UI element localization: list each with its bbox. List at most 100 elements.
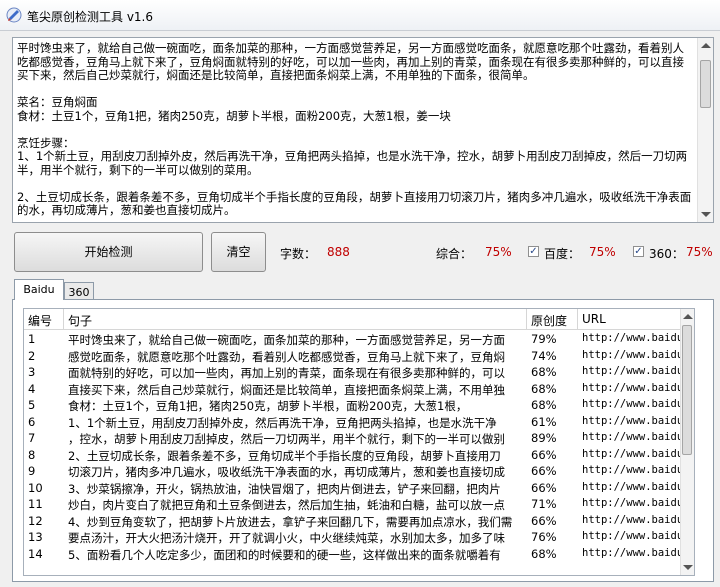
- scroll-down-icon[interactable]: [701, 212, 711, 217]
- cell-sentence: 4、炒到豆角变软了，把胡萝卜片放进去，拿铲子来回翻几下，需要再加点凉水，我们需: [68, 514, 513, 529]
- title-bar: 笔尖原创检测工具 v1.6: [0, 0, 720, 31]
- cell-originality: 66%: [531, 513, 557, 528]
- cell-originality: 66%: [531, 447, 557, 462]
- table-row[interactable]: 7 ，控水，胡萝卜用刮皮刀刮掉皮，然后一刀切两半，用半个就行，剩下的一半可以做别 8…: [24, 430, 694, 447]
- cell-url: http://www.baidu.: [582, 546, 680, 559]
- cell-sentence: 食材：土豆1个，豆角1把，猪肉250克，胡萝卜半根，面粉200克，大葱1根，: [68, 399, 468, 413]
- cell-url: http://www.baidu.: [582, 414, 680, 427]
- start-detect-button[interactable]: 开始检测: [14, 232, 203, 272]
- column-header-no[interactable]: 编号: [24, 309, 64, 330]
- cell-sentence: 要点汤汁，开大火把汤汁烧开，开了就调小火，中火继续炖菜，水别加太多，加多了味: [68, 531, 505, 545]
- cell-sentence: 感觉吃面条，就愿意吃那个吐露劲，看着别人吃都感觉香，豆角马上就下来了，豆角焖: [68, 349, 505, 364]
- column-header-originality[interactable]: 原创度: [527, 309, 578, 330]
- table-row[interactable]: 1 平时馋虫来了，就给自己做一碗面吃，面条加菜的那种，一方面感觉营养足，另一方面 7…: [24, 331, 694, 348]
- cell-no: 5: [28, 398, 36, 412]
- table-row[interactable]: 5 食材：土豆1个，豆角1把，猪肉250克，胡萝卜半根，面粉200克，大葱1根， 6…: [24, 397, 694, 414]
- cell-sentence: ，控水，胡萝卜用刮皮刀刮掉皮，然后一刀切两半，用半个就行，剩下的一半可以做别: [68, 432, 505, 446]
- table-row[interactable]: 2 感觉吃面条，就愿意吃那个吐露劲，看着别人吃都感觉香，豆角马上就下来了，豆角焖 7…: [24, 348, 694, 365]
- table-row[interactable]: 6 1、1个新土豆，用刮皮刀刮掉外皮，然后再洗干净，豆角把两头掐掉，也是水洗干净 6…: [24, 414, 694, 431]
- input-scrollbar[interactable]: [697, 38, 713, 222]
- cell-originality: 79%: [531, 332, 557, 346]
- results-panel: 编号 句子 原创度 URL 1 平时馋虫来了，就给自己做一碗面吃，面条加菜的那种，…: [12, 299, 714, 582]
- s360-value: 75%: [686, 245, 713, 259]
- cell-originality: 68%: [531, 365, 557, 379]
- cell-no: 13: [28, 530, 43, 544]
- app-logo-icon: [6, 7, 22, 23]
- table-row[interactable]: 11 炒白，肉片变白了就把豆角和土豆条倒进去，然后加生抽，蚝油和白糖，盐可以放一点…: [24, 496, 694, 513]
- input-textarea[interactable]: 平时馋虫来了，就给自己做一碗面吃，面条加菜的那种，一方面感觉营养足，另一方面感觉…: [12, 37, 714, 223]
- cell-url: http://www.baidu.: [582, 530, 680, 542]
- cell-no: 6: [28, 414, 36, 429]
- cell-originality: 89%: [531, 431, 557, 445]
- table-row[interactable]: 13 要点汤汁，开大火把汤汁烧开，开了就调小火，中火继续炖菜，水别加太多，加多了味…: [24, 529, 694, 546]
- cell-originality: 61%: [531, 414, 557, 429]
- table-row[interactable]: 12 4、炒到豆角变软了，把胡萝卜片放进去，拿铲子来回翻几下，需要再加点凉水，我们…: [24, 513, 694, 530]
- results-scroll-thumb[interactable]: [682, 325, 692, 455]
- cell-originality: 68%: [531, 381, 557, 396]
- cell-url: http://www.baidu.: [582, 381, 680, 394]
- cell-no: 2: [28, 348, 36, 363]
- cell-url: http://www.baidu.: [582, 365, 680, 377]
- cell-sentence: 5、面粉看几个人吃定多少，面团和的时候要和的硬一些，这样做出来的面条就嚼着有: [68, 547, 501, 562]
- cell-url: http://www.baidu.: [582, 447, 680, 460]
- cell-sentence: 直接买下来，然后自己炒菜就行，焖面还是比较简单，直接把面条焖菜上满，不用单独: [68, 382, 505, 397]
- cell-no: 8: [28, 447, 36, 462]
- char-count-label: 字数：: [280, 247, 317, 261]
- overall-value: 75%: [485, 245, 512, 259]
- cell-sentence: 炒白，肉片变白了就把豆角和土豆条倒进去，然后加生抽，蚝油和白糖，盐可以放一点: [68, 498, 505, 512]
- cell-url: http://www.baidu.: [582, 480, 680, 493]
- cell-url: http://www.baidu.: [582, 513, 680, 526]
- cell-sentence: 3、炒菜锅擦净，开火，锅热放油，油快冒烟了，把肉片倒进去，铲子来回翻，把肉片: [68, 481, 501, 496]
- column-header-sentence[interactable]: 句子: [64, 309, 527, 330]
- cell-no: 3: [28, 365, 36, 379]
- tab-baidu[interactable]: Baidu: [14, 279, 64, 300]
- cell-no: 12: [28, 513, 43, 528]
- table-row[interactable]: 4 直接买下来，然后自己炒菜就行，焖面还是比较简单，直接把面条焖菜上满，不用单独 6…: [24, 381, 694, 398]
- baidu-label: 百度：: [544, 247, 581, 261]
- cell-no: 4: [28, 381, 36, 396]
- cell-no: 9: [28, 464, 36, 478]
- char-count-value: 888: [327, 245, 350, 259]
- cell-no: 7: [28, 431, 36, 445]
- cell-url: http://www.baidu.: [582, 398, 680, 410]
- table-row[interactable]: 9 切滚刀片，猪肉多冲几遍水，吸收纸洗干净表面的水，再切成薄片，葱和姜也直接切成 6…: [24, 463, 694, 480]
- scroll-down-icon[interactable]: [683, 565, 693, 570]
- cell-originality: 74%: [531, 348, 557, 363]
- cell-sentence: 2、土豆切成长条，跟着条差不多，豆角切成半个手指长度的豆角段，胡萝卜直接用刀: [68, 448, 501, 463]
- cell-sentence: 切滚刀片，猪肉多冲几遍水，吸收纸洗干净表面的水，再切成薄片，葱和姜也直接切成: [68, 465, 505, 479]
- cell-url: http://www.baidu.: [582, 497, 680, 509]
- cell-sentence: 平时馋虫来了，就给自己做一碗面吃，面条加菜的那种，一方面感觉营养足，另一方面: [68, 333, 505, 347]
- cell-url: http://www.baidu.: [582, 464, 680, 476]
- input-scroll-thumb[interactable]: [700, 60, 711, 108]
- cell-no: 10: [28, 480, 43, 495]
- s360-checkbox[interactable]: ✓: [633, 246, 644, 257]
- cell-url: http://www.baidu.: [582, 348, 680, 361]
- cell-url: http://www.baidu.: [582, 431, 680, 443]
- cell-sentence: 1、1个新土豆，用刮皮刀刮掉外皮，然后再洗干净，豆角把两头掐掉，也是水洗干净: [68, 415, 497, 430]
- cell-originality: 66%: [531, 480, 557, 495]
- cell-originality: 76%: [531, 530, 557, 544]
- cell-originality: 68%: [531, 546, 557, 561]
- cell-no: 14: [28, 546, 43, 561]
- table-row[interactable]: 3 面就特别的好吃，可以加一些肉，再加上别的青菜，面条现在有很多卖那种鲜的，可以 6…: [24, 364, 694, 381]
- input-text[interactable]: 平时馋虫来了，就给自己做一碗面吃，面条加菜的那种，一方面感觉营养足，另一方面感觉…: [17, 42, 693, 220]
- scroll-up-icon[interactable]: [701, 43, 711, 48]
- cell-originality: 68%: [531, 398, 557, 412]
- cell-originality: 71%: [531, 497, 557, 511]
- cell-no: 1: [28, 332, 36, 346]
- cell-sentence: 面就特别的好吃，可以加一些肉，再加上别的青菜，面条现在有很多卖那种鲜的，可以: [68, 366, 505, 380]
- clear-button[interactable]: 清空: [211, 232, 266, 272]
- table-row[interactable]: 10 3、炒菜锅擦净，开火，锅热放油，油快冒烟了，把肉片倒进去，铲子来回翻，把肉片…: [24, 480, 694, 497]
- column-header-url[interactable]: URL: [578, 309, 682, 330]
- cell-originality: 66%: [531, 464, 557, 478]
- cell-url: http://www.baidu.: [582, 332, 680, 344]
- table-row[interactable]: 8 2、土豆切成长条，跟着条差不多，豆角切成半个手指长度的豆角段，胡萝卜直接用刀 6…: [24, 447, 694, 464]
- window-title: 笔尖原创检测工具 v1.6: [27, 10, 154, 24]
- table-row[interactable]: 14 5、面粉看几个人吃定多少，面团和的时候要和的硬一些，这样做出来的面条就嚼着有…: [24, 546, 694, 563]
- baidu-checkbox[interactable]: ✓: [528, 246, 539, 257]
- scroll-up-icon[interactable]: [683, 314, 693, 319]
- results-scrollbar[interactable]: [680, 309, 694, 575]
- overall-label: 综合：: [436, 247, 473, 261]
- s360-label: 360：: [649, 247, 684, 261]
- tab-360[interactable]: 360: [64, 282, 94, 299]
